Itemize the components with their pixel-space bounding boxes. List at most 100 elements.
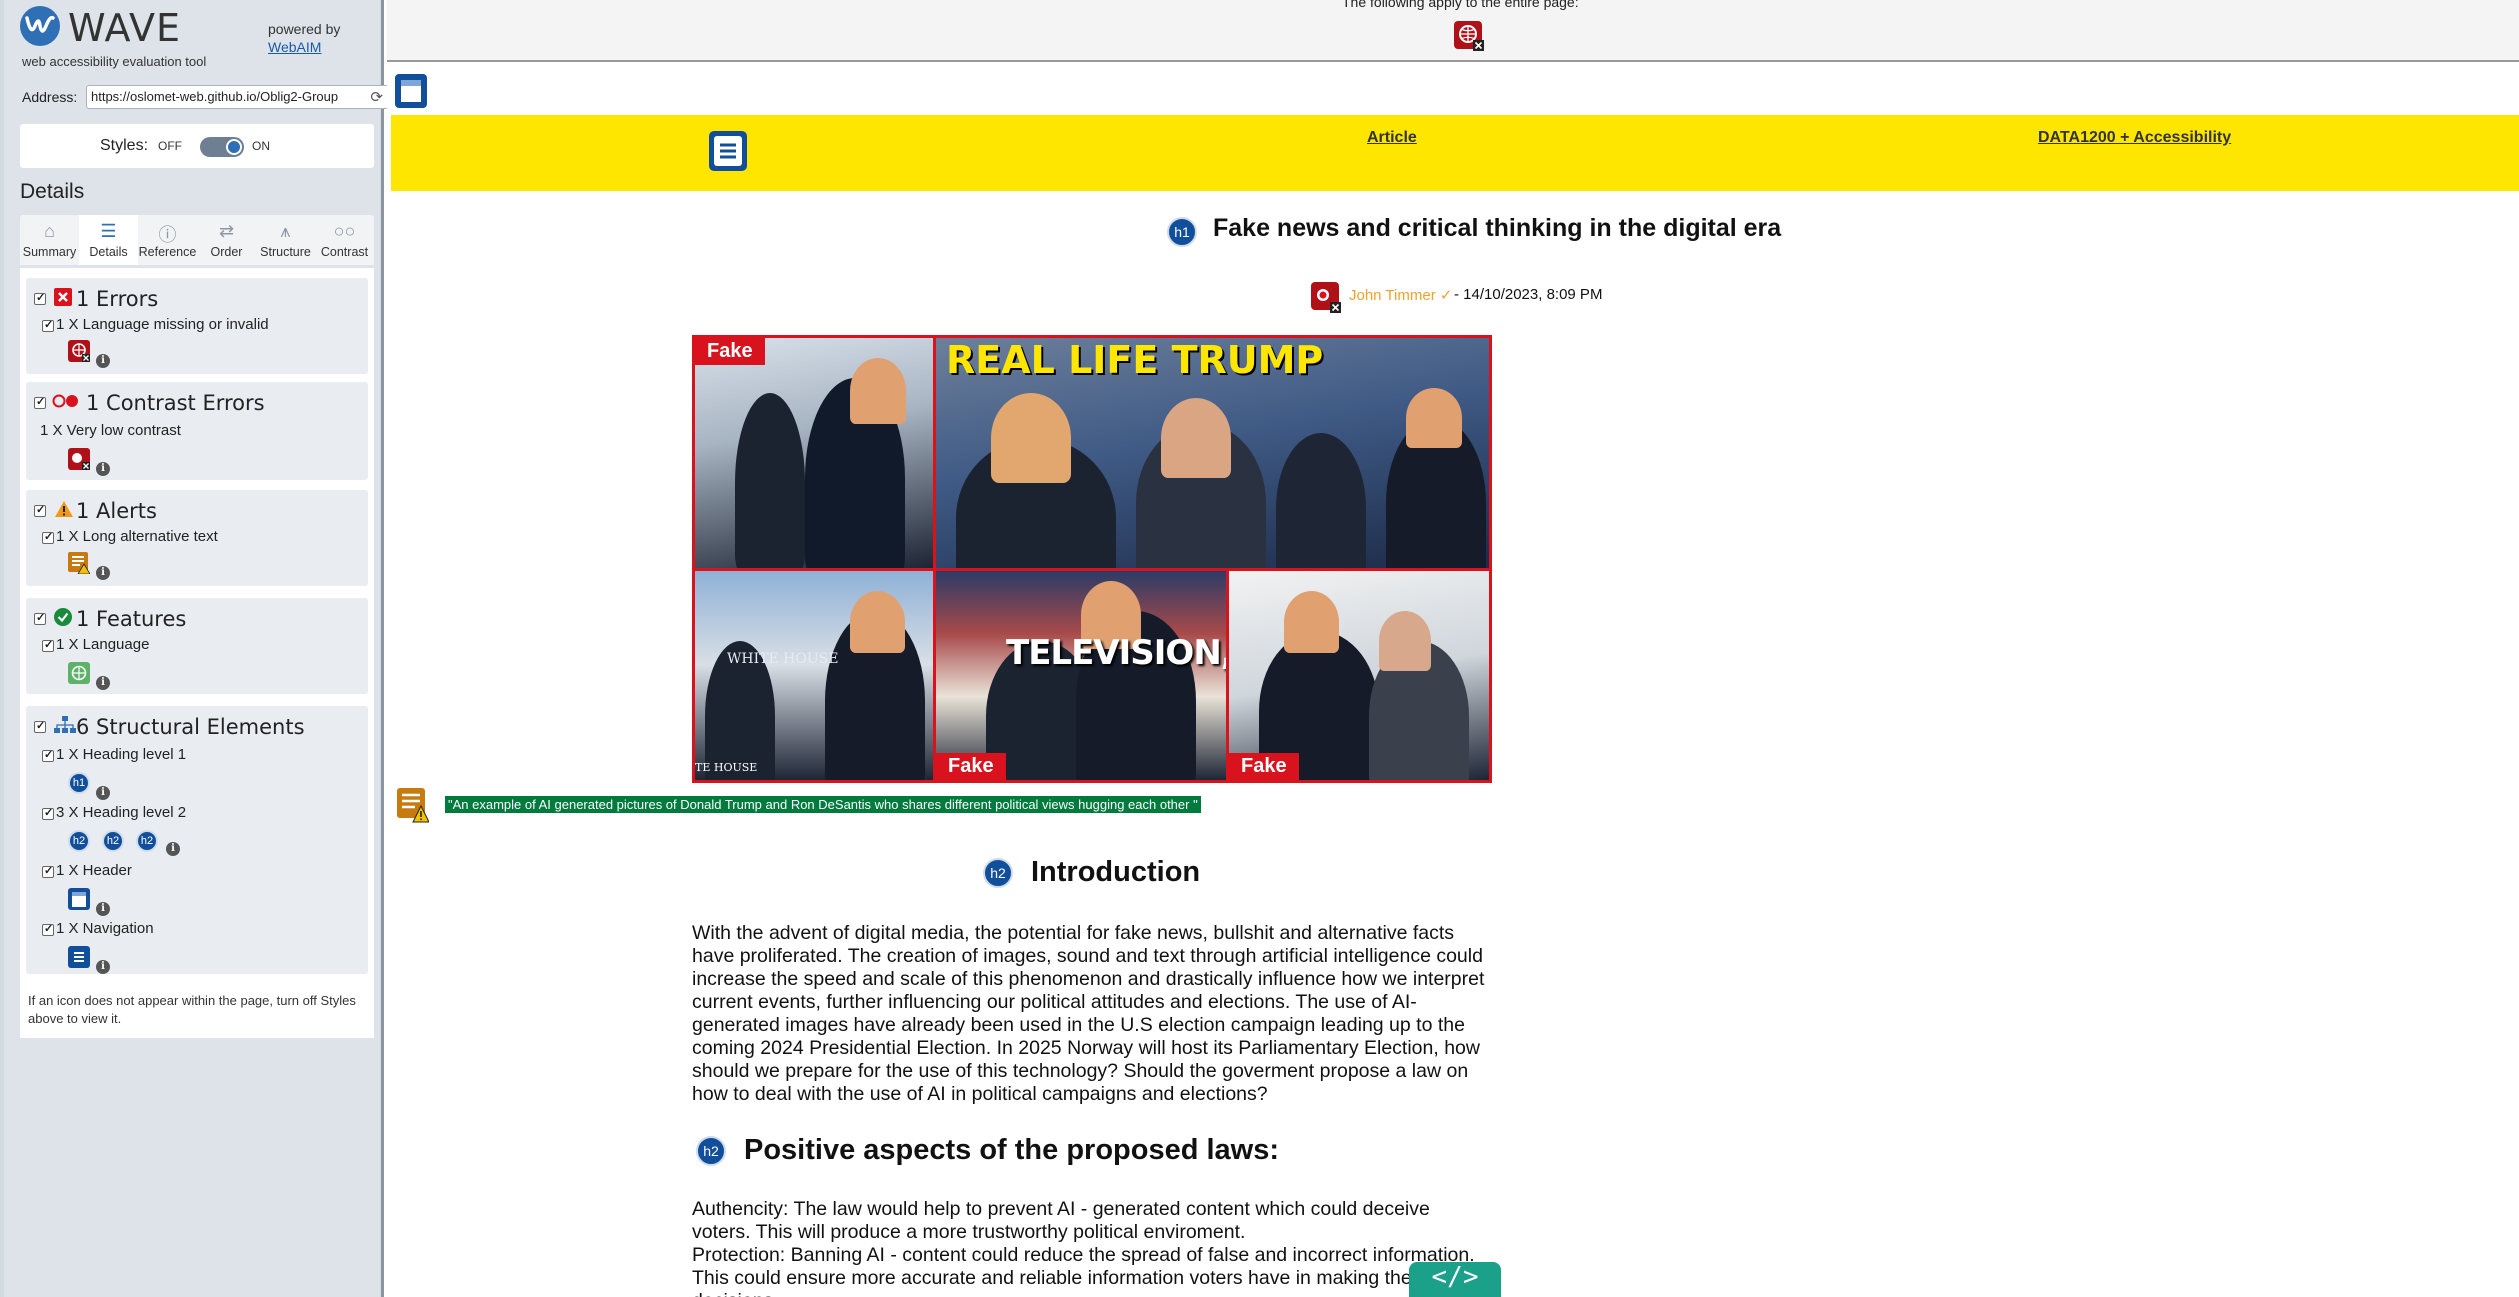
info-icon[interactable]: i: [96, 902, 110, 916]
info-icon[interactable]: i: [96, 354, 110, 368]
tab-label: Structure: [260, 245, 311, 259]
h1-badge-icon[interactable]: h1: [68, 772, 90, 794]
page-level-bar: The following apply to the entire page:: [387, 0, 2519, 62]
details-title: Details: [20, 180, 85, 203]
alerts-group: 1 Alerts 1 X Long alternative text i: [26, 490, 368, 586]
wave-logo-word: WAVE: [68, 6, 182, 50]
collage-panel: Fake: [1229, 571, 1489, 780]
header-icon[interactable]: [395, 74, 427, 108]
language-feature-icon[interactable]: [68, 662, 90, 684]
structure-title: 6 Structural Elements: [76, 715, 305, 739]
contrast-icon: ○○: [333, 221, 356, 241]
info-icon[interactable]: i: [166, 842, 180, 856]
styles-toggle-box: Styles: OFF ON: [20, 124, 374, 168]
heading1-label: 1 X Heading level 1: [56, 746, 187, 763]
language-error-icon[interactable]: [68, 340, 90, 362]
info-icon[interactable]: i: [96, 676, 110, 690]
info-icon[interactable]: i: [96, 566, 110, 580]
powered-by-text: powered by: [268, 21, 341, 37]
structure-checkbox[interactable]: [34, 719, 46, 733]
tab-details[interactable]: ☰ Details: [79, 215, 138, 265]
backdrop-sign: WHITE HOUSE: [727, 651, 839, 667]
positive-aspects-paragraph: Authencity: The law would help to preven…: [692, 1198, 1492, 1297]
tab-structure[interactable]: ⩚ Structure: [256, 215, 315, 265]
navigation-checkbox[interactable]: [42, 922, 54, 936]
face-shape: [850, 358, 906, 424]
face-shape: [1284, 591, 1339, 653]
heading1-checkbox[interactable]: [42, 748, 54, 762]
nav-link-article[interactable]: Article: [1367, 129, 1417, 147]
face-shape: [1161, 398, 1231, 478]
contrast-title: 1 Contrast Errors: [86, 391, 265, 415]
h2-badge-icon[interactable]: h2: [68, 830, 90, 852]
details-panel: 1 Errors 1 X Language missing or invalid…: [20, 268, 374, 1038]
styles-off-label: OFF: [158, 139, 182, 153]
alerts-title: 1 Alerts: [76, 499, 157, 523]
error-icon: [54, 288, 72, 306]
authenticity-line: Authencity: The law would help to preven…: [692, 1198, 1430, 1243]
tab-reference[interactable]: ⓘ Reference: [138, 215, 197, 265]
wave-tagline: web accessibility evaluation tool: [22, 54, 207, 69]
header-checkbox[interactable]: [42, 864, 54, 878]
contrast-error-icon[interactable]: [1311, 282, 1341, 314]
author-name: John Timmer ✓: [1349, 287, 1453, 304]
alert-item-checkbox[interactable]: [42, 530, 54, 544]
nav-link-data1200[interactable]: DATA1200 + Accessibility: [2038, 129, 2231, 147]
code-view-button[interactable]: </>: [1409, 1262, 1501, 1297]
powered-by: powered by WebAIM: [268, 20, 340, 56]
fake-label: Fake: [1229, 753, 1299, 780]
styles-on-label: ON: [252, 139, 270, 153]
h2-badge-icon[interactable]: h2: [102, 830, 124, 852]
tab-contrast[interactable]: ○○ Contrast: [315, 215, 374, 265]
long-alt-icon[interactable]: [397, 788, 429, 826]
webaim-link[interactable]: WebAIM: [268, 38, 340, 56]
structure-icon: [54, 716, 76, 733]
tab-summary[interactable]: ⌂ Summary: [20, 215, 79, 265]
alert-icon: [55, 501, 73, 517]
error-item-checkbox[interactable]: [42, 318, 54, 332]
feature-item-checkbox[interactable]: [42, 638, 54, 652]
features-group: 1 Features 1 X Language i: [26, 598, 368, 694]
fake-label: Fake: [695, 338, 765, 365]
language-error-icon[interactable]: [1453, 20, 1485, 52]
h2-badge-icon[interactable]: h2: [136, 830, 158, 852]
info-icon[interactable]: i: [96, 462, 110, 476]
info-icon[interactable]: i: [96, 960, 110, 974]
h2-badge-icon[interactable]: h2: [983, 858, 1013, 888]
nav-bar: Article DATA1200 + Accessibility: [391, 115, 2519, 191]
list-icon: ☰: [100, 221, 117, 241]
errors-checkbox[interactable]: [34, 291, 46, 305]
reload-icon[interactable]: ⟳: [370, 88, 383, 106]
features-checkbox[interactable]: [34, 611, 46, 625]
tab-label: Order: [210, 245, 243, 259]
contrast-error-icon[interactable]: [68, 448, 90, 470]
header-label: 1 X Header: [56, 862, 132, 879]
wave-sidebar: WAVE web accessibility evaluation tool p…: [0, 0, 390, 1297]
contrast-checkbox[interactable]: [34, 395, 46, 409]
heading2-checkbox[interactable]: [42, 806, 54, 820]
address-input[interactable]: https://oslomet-web.github.io/Oblig2-Gro…: [86, 85, 390, 109]
collage-panel: REAL LIFE TRUMP: [936, 338, 1489, 568]
wave-logo-icon: [20, 6, 60, 46]
info-icon[interactable]: i: [96, 786, 110, 800]
h2-badge-icon[interactable]: h2: [696, 1136, 726, 1166]
long-alt-icon[interactable]: [68, 552, 90, 574]
contrast-icon: [52, 394, 78, 408]
section-title: Introduction: [1031, 856, 1201, 888]
face-shape: [991, 393, 1071, 483]
heading2-label: 3 X Heading level 2: [56, 804, 187, 821]
page-view: The following apply to the entire page: …: [387, 0, 2519, 1297]
navigation-icon[interactable]: [709, 131, 747, 171]
collage-panel: Fake: [695, 338, 933, 568]
h1-badge-icon[interactable]: h1: [1167, 217, 1197, 247]
alt-text-label: "An example of AI generated pictures of …: [445, 796, 1201, 813]
alerts-checkbox[interactable]: [34, 503, 46, 517]
navigation-icon[interactable]: [68, 946, 90, 968]
tab-order[interactable]: ⇄ Order: [197, 215, 256, 265]
header-icon[interactable]: [68, 888, 90, 910]
section-title: Positive aspects of the proposed laws:: [744, 1134, 1280, 1166]
figure-shape: [735, 393, 805, 568]
styles-toggle[interactable]: [200, 137, 244, 157]
face-shape: [850, 591, 905, 653]
collage-caption-tv: TELEVISION,: [1006, 633, 1226, 673]
